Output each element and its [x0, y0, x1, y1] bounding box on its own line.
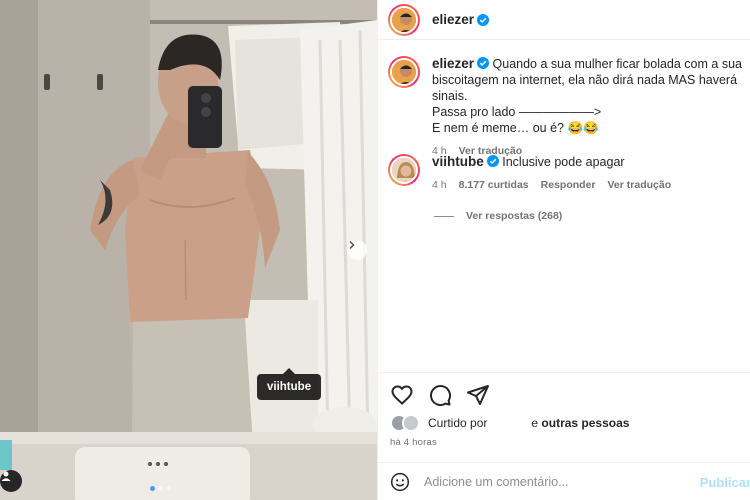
author-username[interactable]: eliezer: [432, 12, 474, 27]
caption-line-1: Quando a sua mulher ficar bolada com a s…: [492, 57, 742, 71]
comment-item: viihtube Inclusive pode apagar 4 h 8.177…: [388, 154, 743, 193]
view-replies-label: Ver respostas (268): [466, 210, 563, 222]
avatar-image: [392, 158, 416, 182]
comment-see-translation[interactable]: Ver tradução: [608, 177, 672, 193]
post-details-panel: eliezer eliezer Quando a sua mulher fica…: [377, 0, 750, 500]
liker-avatars[interactable]: [390, 414, 420, 432]
liked-by-others[interactable]: outras pessoas: [541, 416, 629, 430]
avatar-image: [392, 7, 416, 32]
replies-divider: [434, 215, 454, 217]
comment-body: Inclusive pode apagar: [502, 155, 625, 169]
post-comment-button[interactable]: Publicar: [700, 475, 750, 490]
view-replies-button[interactable]: Ver respostas (268): [434, 210, 562, 222]
carousel-indicator: [150, 486, 171, 491]
liked-by-prefix: Curtido por: [428, 416, 488, 430]
caption-line-3: Passa pro lado ——————>: [432, 105, 602, 119]
photo-user-tag-label: viihtube: [267, 381, 312, 393]
author-avatar[interactable]: [388, 3, 420, 36]
caption-author-avatar[interactable]: [388, 56, 420, 88]
commenter-avatar[interactable]: [388, 154, 420, 186]
liked-by-conjunction: e: [531, 416, 539, 430]
post-header: eliezer: [378, 0, 750, 40]
add-comment-bar: Publicar: [378, 462, 750, 500]
comment-icon[interactable]: [428, 383, 452, 407]
caption-line-2: biscoitagem na internet, ela não dirá na…: [432, 73, 738, 103]
comment-username[interactable]: viihtube: [432, 154, 484, 169]
action-bar: [378, 372, 750, 407]
comment-text: viihtube Inclusive pode apagar: [432, 154, 671, 170]
person-tag-button[interactable]: [0, 470, 22, 492]
carousel-next-button[interactable]: [347, 240, 367, 260]
avatar-image: [392, 60, 416, 84]
post-photo[interactable]: viihtube: [0, 0, 377, 500]
caption-username[interactable]: eliezer: [432, 56, 474, 71]
verified-icon: [477, 57, 490, 69]
reply-button[interactable]: Responder: [541, 177, 596, 193]
caption-line-4: E nem é meme… ou é? 😂😂: [432, 121, 599, 135]
comment-meta: 4 h 8.177 curtidas Responder Ver traduçã…: [432, 177, 671, 193]
comment-likes[interactable]: 8.177 curtidas: [459, 177, 529, 193]
verified-icon: [477, 13, 490, 26]
photo-user-tag[interactable]: viihtube: [257, 368, 322, 400]
mirror-selfie-image: [0, 0, 377, 500]
caption-text: eliezer Quando a sua mulher ficar bolada…: [432, 56, 743, 136]
person-tag-icon: [1, 471, 11, 481]
verified-icon: [486, 155, 499, 167]
heart-icon[interactable]: [390, 383, 414, 407]
post-timestamp[interactable]: há 4 horas: [390, 437, 437, 448]
liker-avatar: [402, 414, 420, 432]
likes-summary: Curtido por e outras pessoas: [390, 414, 629, 432]
comment-time: 4 h: [432, 179, 447, 191]
share-icon[interactable]: [466, 383, 490, 407]
emoji-icon[interactable]: [390, 472, 410, 492]
comment-input[interactable]: [424, 474, 704, 489]
carousel-dot-active: [150, 486, 155, 491]
post-caption: eliezer Quando a sua mulher ficar bolada…: [388, 56, 743, 159]
carousel-dot: [166, 486, 171, 491]
carousel-dot: [158, 486, 163, 491]
chevron-right-icon: [349, 240, 355, 250]
